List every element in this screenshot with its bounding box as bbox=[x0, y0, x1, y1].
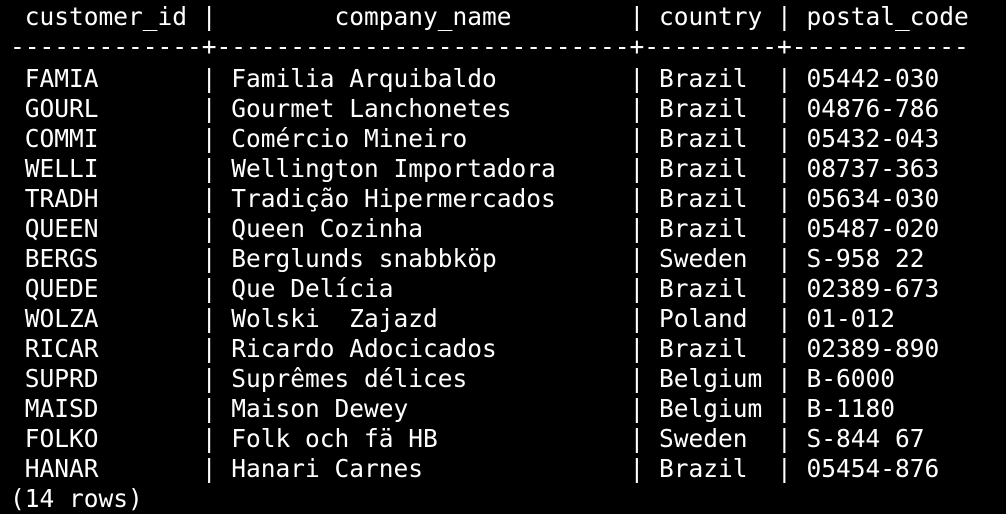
table-row: WELLI | Wellington Importadora | Brazil … bbox=[10, 154, 940, 183]
table-row: WOLZA | Wolski Zajazd | Poland | 01-012 bbox=[10, 304, 896, 333]
table-row: COMMI | Comércio Mineiro | Brazil | 0543… bbox=[10, 124, 940, 153]
table-row: SUPRD | Suprêmes délices | Belgium | B-6… bbox=[10, 364, 896, 393]
table-row: FAMIA | Familia Arquibaldo | Brazil | 05… bbox=[10, 64, 940, 93]
table-row: MAISD | Maison Dewey | Belgium | B-1180 bbox=[10, 394, 896, 423]
table-row: QUEEN | Queen Cozinha | Brazil | 05487-0… bbox=[10, 214, 940, 243]
table-row: BERGS | Berglunds snabbköp | Sweden | S-… bbox=[10, 244, 925, 273]
table-row: HANAR | Hanari Carnes | Brazil | 05454-8… bbox=[10, 454, 940, 483]
terminal-window[interactable]: customer_id | company_name | country | p… bbox=[0, 0, 1006, 514]
table-row: GOURL | Gourmet Lanchonetes | Brazil | 0… bbox=[10, 94, 940, 123]
table-row: FOLKO | Folk och fä HB | Sweden | S-844 … bbox=[10, 424, 925, 453]
row-count-footer: (14 rows) bbox=[10, 484, 143, 513]
table-separator: -------------+--------------------------… bbox=[10, 32, 969, 61]
table-row: QUEDE | Que Delícia | Brazil | 02389-673 bbox=[10, 274, 940, 303]
table-header-row: customer_id | company_name | country | p… bbox=[10, 2, 969, 31]
table-row: RICAR | Ricardo Adocicados | Brazil | 02… bbox=[10, 334, 940, 363]
table-row: TRADH | Tradição Hipermercados | Brazil … bbox=[10, 184, 940, 213]
